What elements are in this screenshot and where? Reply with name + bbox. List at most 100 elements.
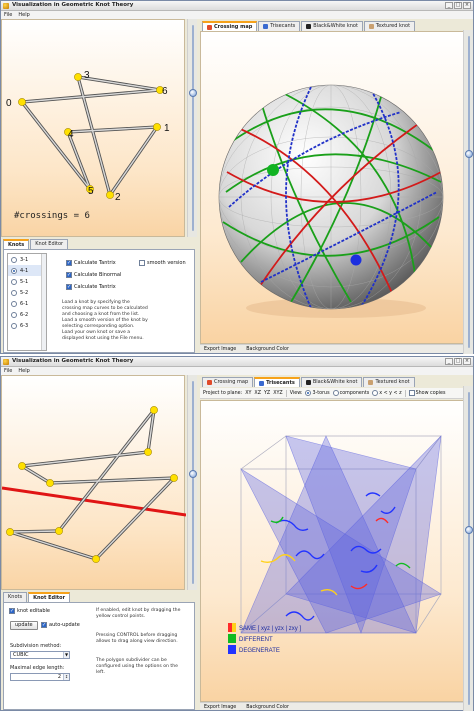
plane-xy-button[interactable]: XY [245, 391, 251, 396]
control-point [55, 527, 63, 535]
vertex-label: 3 [84, 70, 90, 81]
left-pane: Knots Knot Editor ✓ knot editable update … [1, 375, 199, 710]
show-copies-checkbox[interactable]: Show copies [408, 390, 445, 396]
knot-viewport[interactable] [1, 375, 187, 591]
control-point [144, 448, 152, 456]
project-label: Project to plane: [203, 390, 243, 396]
control-point [92, 555, 100, 563]
left-tabs: Knots Knot Editor [3, 592, 71, 602]
legend-label: DIFFERENT [239, 637, 273, 643]
tab-crossing-map[interactable]: Crossing map [202, 377, 254, 387]
subdivision-label: Subdivision method: [10, 643, 62, 649]
menu-bar: File Help [1, 11, 473, 19]
export-image-button[interactable]: Export Image [204, 345, 236, 353]
knot-editable-checkbox[interactable]: ✓ knot editable [9, 608, 50, 614]
view-tabs: Crossing map Trisecants Black&White knot… [202, 377, 415, 387]
tab-knots[interactable]: Knots [3, 592, 28, 602]
minimize-button[interactable]: _ [445, 2, 453, 9]
export-image-button[interactable]: Export Image [204, 703, 236, 710]
main-window-crossing-map: Visualization in Geometric Knot Theory _… [0, 0, 474, 354]
tab-knots[interactable]: Knots [3, 239, 30, 249]
legend-swatch [228, 634, 236, 643]
max-edge-stepper[interactable]: 2 ↕ [10, 673, 70, 681]
view-order-radio[interactable]: x < y < z [372, 390, 402, 396]
background-color-button[interactable]: Background Color [246, 345, 289, 353]
tab-trisecants[interactable]: Trisecants [254, 377, 300, 387]
maximize-button[interactable]: □ [454, 2, 462, 9]
menu-help[interactable]: Help [18, 367, 29, 375]
control-point [6, 528, 14, 536]
trisecant-torus-view[interactable]: SAME [ xyz | yzx | zxy ] DIFFERENT DEGEN… [201, 401, 471, 701]
tab-knot-editor[interactable]: Knot Editor [28, 592, 71, 602]
window-title: Visualization in Geometric Knot Theory [12, 2, 134, 8]
slider-thumb[interactable] [189, 89, 197, 97]
plane-xz-button[interactable]: XZ [254, 391, 261, 396]
crossing-map-canvas[interactable] [200, 31, 472, 344]
menu-bar: File Help [1, 367, 473, 375]
crossings-count: #crossings = 6 [14, 211, 90, 221]
zoom-slider[interactable] [187, 19, 197, 237]
status-bar: Export Image Background Color [200, 702, 472, 710]
trisecant-canvas[interactable]: SAME [ xyz | yzx | zxy ] DIFFERENT DEGEN… [200, 400, 472, 702]
knot-diagram[interactable]: 0 1 2 3 4 5 6 #crossings = 6 [2, 20, 186, 238]
tab-crossing-map[interactable]: Crossing map [202, 21, 258, 31]
control-point [170, 474, 178, 482]
vertex-label: 2 [115, 192, 121, 203]
close-button[interactable]: × [463, 358, 471, 365]
list-scrollbar[interactable] [41, 254, 46, 350]
legend-label: SAME [ xyz | yzx | zxy ] [239, 626, 301, 632]
tantrix-sphere[interactable] [201, 32, 471, 343]
app-icon [3, 3, 9, 9]
control-point [106, 191, 114, 199]
control-point [150, 406, 158, 414]
menu-file[interactable]: File [4, 11, 12, 19]
knot-list[interactable]: 3-1 4-1 5-1 5-2 6-1 6-2 6-3 [7, 253, 47, 351]
zoom-slider[interactable] [187, 375, 197, 590]
tab-black-white-knot[interactable]: Black&White knot [301, 21, 363, 31]
vertex-label: 1 [164, 123, 170, 134]
control-point [153, 123, 161, 131]
spinner-icon[interactable]: ↕ [63, 674, 69, 680]
view-components-radio[interactable]: components [332, 390, 369, 396]
window-scrollbar[interactable] [463, 386, 473, 711]
maximize-button[interactable]: □ [454, 358, 462, 365]
window-scrollbar[interactable] [463, 30, 473, 354]
plane-xyz-button[interactable]: XYZ [273, 391, 283, 396]
tab-trisecants[interactable]: Trisecants [258, 21, 301, 31]
tab-textured-knot[interactable]: Textured knot [363, 21, 416, 31]
option-smooth[interactable]: smooth version [139, 260, 186, 266]
editor-help-text: The polygon subdivider can be configured… [96, 658, 178, 675]
slider-thumb[interactable] [189, 470, 197, 478]
plane-yz-button[interactable]: YZ [264, 391, 270, 396]
trisecant-legend: SAME [ xyz | yzx | zxy ] DIFFERENT DEGEN… [228, 623, 301, 654]
subdivision-select[interactable]: CUBIC ▼ [10, 651, 70, 659]
tab-knot-editor[interactable]: Knot Editor [30, 239, 69, 249]
option-tantrix[interactable]: ✓ Calculate Tantrix [66, 260, 116, 266]
menu-help[interactable]: Help [18, 11, 29, 19]
view-tabs: Crossing map Trisecants Black&White knot… [202, 21, 416, 31]
help-text: Load a knot by specifying the crossing m… [62, 300, 148, 329]
background-color-button[interactable]: Background Color [246, 703, 289, 710]
main-window-trisecants: Visualization in Geometric Knot Theory _… [0, 356, 474, 711]
tab-black-white-knot[interactable]: Black&White knot [300, 377, 363, 387]
knot-viewport[interactable]: 0 1 2 3 4 5 6 #crossings = 6 [1, 19, 185, 237]
knot-diagram[interactable] [1, 376, 187, 591]
control-point [74, 73, 82, 81]
help-text: Load your own knot or save a displayed k… [62, 330, 144, 341]
knot-editor-panel: ✓ knot editable update ✓ auto-update Subdi… [3, 602, 195, 710]
update-button[interactable]: update [10, 621, 38, 630]
option-binormal[interactable]: ✓ Calculate Binormal [66, 272, 121, 278]
editor-help-text: Pressing CONTROL before dragging allows … [96, 633, 178, 644]
editor-help-text: If enabled, edit knot by dragging the ye… [96, 608, 181, 619]
close-button[interactable]: × [463, 2, 471, 9]
auto-update-checkbox[interactable]: ✓ auto-update [41, 622, 80, 628]
chevron-down-icon: ▼ [63, 652, 69, 658]
tab-textured-knot[interactable]: Textured knot [363, 377, 415, 387]
title-bar: Visualization in Geometric Knot Theory _… [1, 357, 473, 367]
minimize-button[interactable]: _ [445, 358, 453, 365]
option-tantrix-2[interactable]: ✓ Calculate Tantrix [66, 284, 116, 290]
menu-file[interactable]: File [4, 367, 12, 375]
vertex-label: 6 [162, 86, 168, 97]
max-edge-label: Maximal edge length: [10, 665, 65, 671]
view-3-torus-radio[interactable]: 3-torus [305, 390, 330, 396]
